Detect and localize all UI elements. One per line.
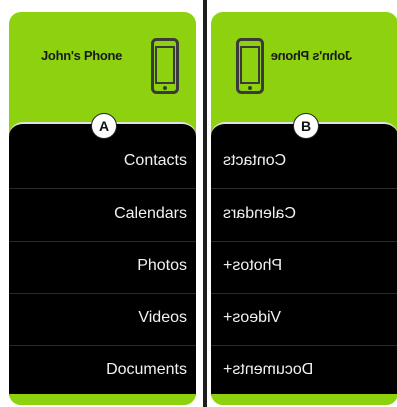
phone-icon — [151, 38, 179, 94]
list-item-label: Calendars — [223, 205, 296, 222]
list-item-documents[interactable]: Documents — [9, 345, 196, 397]
sync-category-list: Contacts Calendars Photos Videos Documen… — [9, 122, 196, 396]
list-item-videos[interactable]: Videos — [9, 293, 196, 346]
list-item-calendars[interactable]: Calendars — [211, 189, 397, 242]
list-item-label: Contacts — [123, 152, 187, 169]
list-item-label: Calendars — [114, 205, 187, 222]
list-item-label: Documents — [106, 361, 187, 378]
list-item-label: Photos — [137, 257, 187, 274]
sync-category-list: Contacts Calendars Photos+ Videos+ Docum… — [211, 122, 397, 396]
panel-divider — [203, 0, 207, 407]
list-item-label: Videos+ — [223, 309, 281, 326]
list-item-calendars[interactable]: Calendars — [9, 189, 196, 242]
list-item-videos[interactable]: Videos+ — [211, 293, 397, 346]
panel-a: John's Phone Contacts Calendars Photos V… — [9, 12, 196, 405]
list-item-label: Contacts — [223, 152, 287, 169]
list-item-label: Photos+ — [223, 257, 283, 274]
device-name: John's Phone — [41, 48, 123, 63]
list-item-photos[interactable]: Photos — [9, 241, 196, 294]
panel-b: John's Phone Contacts Calendars Photos+ … — [211, 12, 397, 405]
panel-badge: A — [91, 113, 117, 139]
phone-icon — [236, 38, 264, 94]
list-item-label: Documents+ — [223, 361, 314, 378]
device-header: John's Phone — [9, 12, 196, 122]
footer-strip — [9, 394, 196, 405]
panel-badge: B — [293, 113, 319, 139]
list-item-contacts[interactable]: Contacts — [211, 136, 397, 189]
list-item-documents[interactable]: Documents+ — [211, 345, 397, 397]
list-item-contacts[interactable]: Contacts — [9, 136, 196, 189]
footer-strip — [211, 394, 397, 405]
list-item-label: Videos — [138, 309, 187, 326]
device-name: John's Phone — [271, 48, 353, 63]
list-item-photos[interactable]: Photos+ — [211, 241, 397, 294]
device-header: John's Phone — [211, 12, 397, 122]
